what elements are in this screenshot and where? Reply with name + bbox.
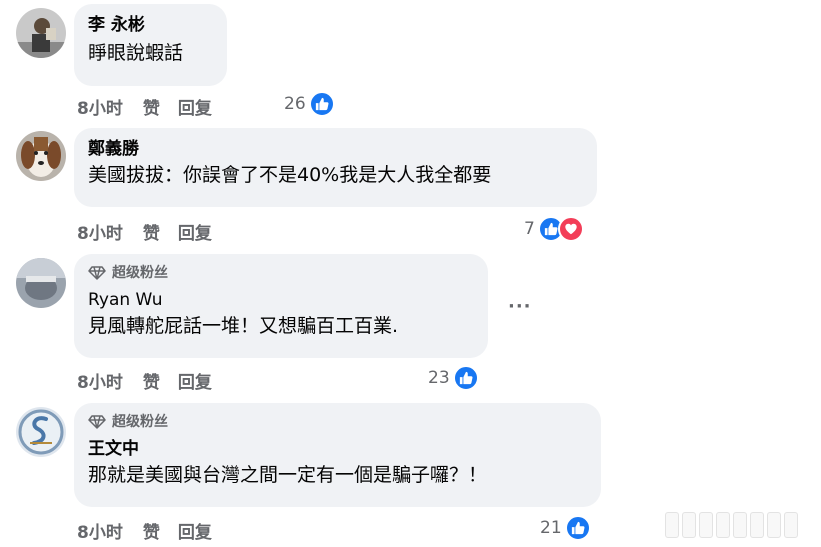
reaction-summary[interactable]: 7 <box>524 216 584 242</box>
comment-text: 美國拔拔：你誤會了不是40%我是大人我全都要 <box>88 164 492 186</box>
timestamp[interactable]: 8小时 <box>77 368 123 393</box>
reaction-summary[interactable]: 21 <box>540 515 591 541</box>
timestamp[interactable]: 8小时 <box>77 518 123 543</box>
reaction-count: 23 <box>428 368 450 388</box>
avatar[interactable] <box>16 8 66 58</box>
like-button[interactable]: 赞 <box>143 94 160 119</box>
comment-actions: 8小时 赞 回复 <box>77 94 212 119</box>
comment-actions: 8小时 赞 回复 <box>77 368 212 393</box>
reaction-summary[interactable]: 26 <box>284 91 335 117</box>
badge-label: 超级粉丝 <box>112 414 168 430</box>
comment-bubble: 超级粉丝 王文中 那就是美國與台灣之間一定有一個是騙子囉？！ <box>74 403 601 507</box>
reaction-summary[interactable]: 23 <box>428 365 479 391</box>
comment-text: 睜眼說蝦話 <box>88 42 184 64</box>
love-icon <box>557 216 584 242</box>
like-button[interactable]: 赞 <box>143 219 160 244</box>
diamond-icon <box>88 266 106 280</box>
like-button[interactable]: 赞 <box>143 368 160 393</box>
like-icon <box>452 365 479 391</box>
author-name[interactable]: 王文中 <box>88 438 589 460</box>
reply-button[interactable]: 回复 <box>178 368 212 393</box>
top-fan-badge: 超级粉丝 <box>88 263 476 283</box>
author-name[interactable]: 李 永彬 <box>88 14 215 36</box>
avatar[interactable] <box>16 407 66 457</box>
comment-bubble: 李 永彬 睜眼說蝦話 <box>74 4 227 86</box>
author-name[interactable]: 鄭義勝 <box>88 138 585 160</box>
avatar[interactable] <box>16 258 66 308</box>
like-icon <box>564 515 591 541</box>
diamond-icon <box>88 415 106 429</box>
like-icon <box>308 91 335 117</box>
like-button[interactable]: 赞 <box>143 518 160 543</box>
avatar[interactable] <box>16 131 66 181</box>
reply-button[interactable]: 回复 <box>178 219 212 244</box>
more-options-button[interactable]: ··· <box>508 296 532 317</box>
reaction-count: 26 <box>284 94 306 114</box>
watermark <box>665 512 798 538</box>
comment-text: 見風轉舵屁話一堆！又想騙百工百業. <box>88 315 399 337</box>
comment-actions: 8小时 赞 回复 <box>77 518 212 543</box>
reply-button[interactable]: 回复 <box>178 94 212 119</box>
comment-bubble: 超级粉丝 Ryan Wu 見風轉舵屁話一堆！又想騙百工百業. <box>74 254 488 358</box>
reply-button[interactable]: 回复 <box>178 518 212 543</box>
timestamp[interactable]: 8小时 <box>77 94 123 119</box>
timestamp[interactable]: 8小时 <box>77 219 123 244</box>
reaction-count: 21 <box>540 518 562 538</box>
comment-bubble: 鄭義勝 美國拔拔：你誤會了不是40%我是大人我全都要 <box>74 128 597 207</box>
comment-actions: 8小时 赞 回复 <box>77 219 212 244</box>
author-name[interactable]: Ryan Wu <box>88 289 476 311</box>
reaction-count: 7 <box>524 219 535 239</box>
badge-label: 超级粉丝 <box>112 265 168 281</box>
top-fan-badge: 超级粉丝 <box>88 412 589 432</box>
comment-text: 那就是美國與台灣之間一定有一個是騙子囉？！ <box>88 464 488 486</box>
